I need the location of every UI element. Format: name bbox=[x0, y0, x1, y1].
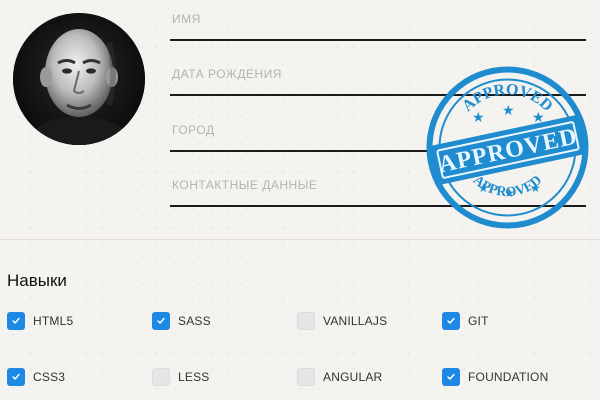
skill-css3-checkbox[interactable] bbox=[7, 368, 25, 386]
avatar bbox=[13, 13, 145, 145]
skill-sass-checkbox[interactable] bbox=[152, 312, 170, 330]
skill-sass[interactable]: SASS bbox=[152, 311, 211, 331]
skill-css3[interactable]: CSS3 bbox=[7, 367, 65, 387]
contacts-field-label: КОНТАКТНЫЕ ДАННЫЕ bbox=[172, 178, 318, 192]
skill-foundation-checkbox[interactable] bbox=[442, 368, 460, 386]
check-icon bbox=[447, 373, 455, 380]
skill-less-label: LESS bbox=[178, 370, 210, 384]
check-icon bbox=[447, 317, 455, 324]
skill-html5-label: HTML5 bbox=[33, 314, 74, 328]
contacts-field[interactable]: КОНТАКТНЫЕ ДАННЫЕ bbox=[170, 178, 586, 228]
avatar-photo bbox=[13, 13, 145, 145]
birthdate-field-line bbox=[170, 94, 586, 96]
skill-git-checkbox[interactable] bbox=[442, 312, 460, 330]
skill-angular-label: ANGULAR bbox=[323, 370, 383, 384]
skill-git[interactable]: GIT bbox=[442, 311, 489, 331]
name-field-label: ИМЯ bbox=[172, 12, 201, 26]
city-field-line bbox=[170, 150, 586, 152]
skill-angular[interactable]: ANGULAR bbox=[297, 367, 382, 387]
section-divider bbox=[0, 239, 600, 240]
skill-vanillajs[interactable]: VANILLAJS bbox=[297, 311, 387, 331]
city-field[interactable]: ГОРОД bbox=[170, 123, 586, 173]
skill-css3-label: CSS3 bbox=[33, 370, 66, 384]
skill-less-checkbox[interactable] bbox=[152, 368, 170, 386]
skill-vanillajs-label: VANILLAJS bbox=[323, 314, 388, 328]
birthdate-field[interactable]: ДАТА РОЖДЕНИЯ bbox=[170, 67, 586, 117]
skill-foundation[interactable]: FOUNDATION bbox=[442, 367, 548, 387]
skill-angular-checkbox[interactable] bbox=[297, 368, 315, 386]
contacts-field-line bbox=[170, 205, 586, 207]
birthdate-field-label: ДАТА РОЖДЕНИЯ bbox=[172, 67, 282, 81]
skill-vanillajs-checkbox[interactable] bbox=[297, 312, 315, 330]
check-icon bbox=[12, 317, 20, 324]
name-field-line bbox=[170, 39, 586, 41]
check-icon bbox=[157, 317, 165, 324]
skill-sass-label: SASS bbox=[178, 314, 211, 328]
skill-foundation-label: FOUNDATION bbox=[468, 370, 549, 384]
check-icon bbox=[12, 373, 20, 380]
skills-title: Навыки bbox=[7, 271, 67, 290]
skill-html5-checkbox[interactable] bbox=[7, 312, 25, 330]
name-field[interactable]: ИМЯ bbox=[170, 12, 586, 62]
skill-git-label: GIT bbox=[468, 314, 489, 328]
skill-less[interactable]: LESS bbox=[152, 367, 210, 387]
city-field-label: ГОРОД bbox=[172, 123, 215, 137]
skill-html5[interactable]: HTML5 bbox=[7, 311, 73, 331]
